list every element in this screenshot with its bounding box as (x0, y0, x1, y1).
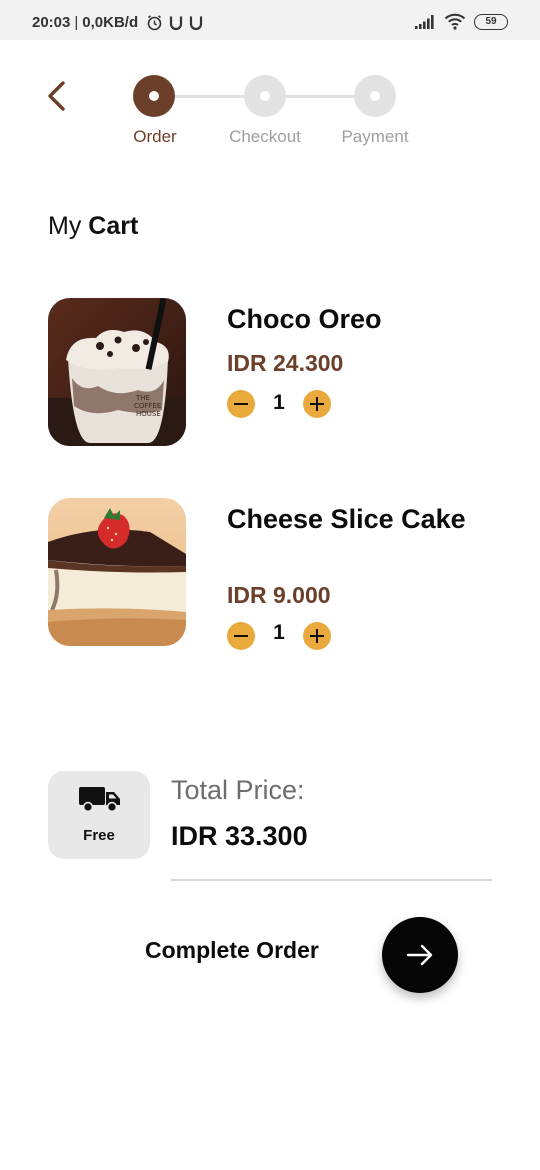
page-title-prefix: My (48, 212, 82, 240)
page-title-bold: Cart (88, 212, 139, 240)
shipping-label: Free (83, 827, 115, 844)
item-price: IDR 24.300 (227, 350, 344, 376)
svg-text:THE: THE (135, 394, 150, 402)
svg-text:COFFEE: COFFEE (134, 402, 161, 410)
item-quantity: 1 (273, 621, 285, 644)
chevron-left-icon (48, 81, 65, 111)
total-price-value: IDR 33.300 (171, 821, 308, 851)
complete-order-button[interactable] (382, 917, 458, 993)
stepper-line (175, 95, 245, 98)
step-payment-indicator[interactable] (354, 75, 396, 117)
u-notification-icon (170, 16, 183, 30)
arrow-right-icon (406, 944, 433, 966)
decrease-quantity-button[interactable] (227, 622, 255, 650)
page-title: My Cart (48, 212, 138, 241)
status-network-speed: 0,0KB/d (82, 14, 139, 31)
battery-icon: 59 (474, 13, 508, 30)
alarm-clock-icon (147, 15, 162, 31)
shipping-badge: Free (48, 771, 150, 859)
item-name: Cheese Slice Cake (227, 504, 466, 534)
decrease-quantity-button[interactable] (227, 390, 255, 418)
divider (171, 879, 492, 881)
choco-oreo-drink-image: THE COFFEE HOUSE (48, 298, 186, 446)
signal-icon (415, 14, 434, 29)
u-notification-icon (190, 16, 203, 30)
wifi-icon (444, 13, 466, 30)
step-checkout-indicator[interactable] (244, 75, 286, 117)
increase-quantity-button[interactable] (303, 622, 331, 650)
complete-order-label[interactable]: Complete Order (145, 937, 319, 964)
step-order-indicator[interactable] (133, 75, 175, 117)
step-order-label: Order (133, 127, 177, 146)
item-name: Choco Oreo (227, 304, 382, 334)
back-button[interactable] (40, 78, 76, 114)
total-price-label: Total Price: (171, 775, 305, 805)
item-quantity: 1 (273, 391, 285, 414)
increase-quantity-button[interactable] (303, 390, 331, 418)
cheesecake-slice-image (48, 498, 186, 646)
status-bar: 20:03 | 0,0KB/d 59 (0, 0, 540, 40)
status-separator: | (74, 14, 79, 31)
truck-icon (79, 787, 120, 813)
stepper-line (286, 95, 356, 98)
item-price: IDR 9.000 (227, 582, 331, 608)
step-checkout-label: Checkout (229, 127, 301, 146)
status-right: 59 (414, 13, 508, 30)
step-payment-label: Payment (341, 127, 409, 146)
status-time: 20:03 (32, 14, 71, 31)
status-left: 20:03 | 0,0KB/d (32, 14, 203, 31)
svg-text:HOUSE: HOUSE (136, 410, 161, 418)
